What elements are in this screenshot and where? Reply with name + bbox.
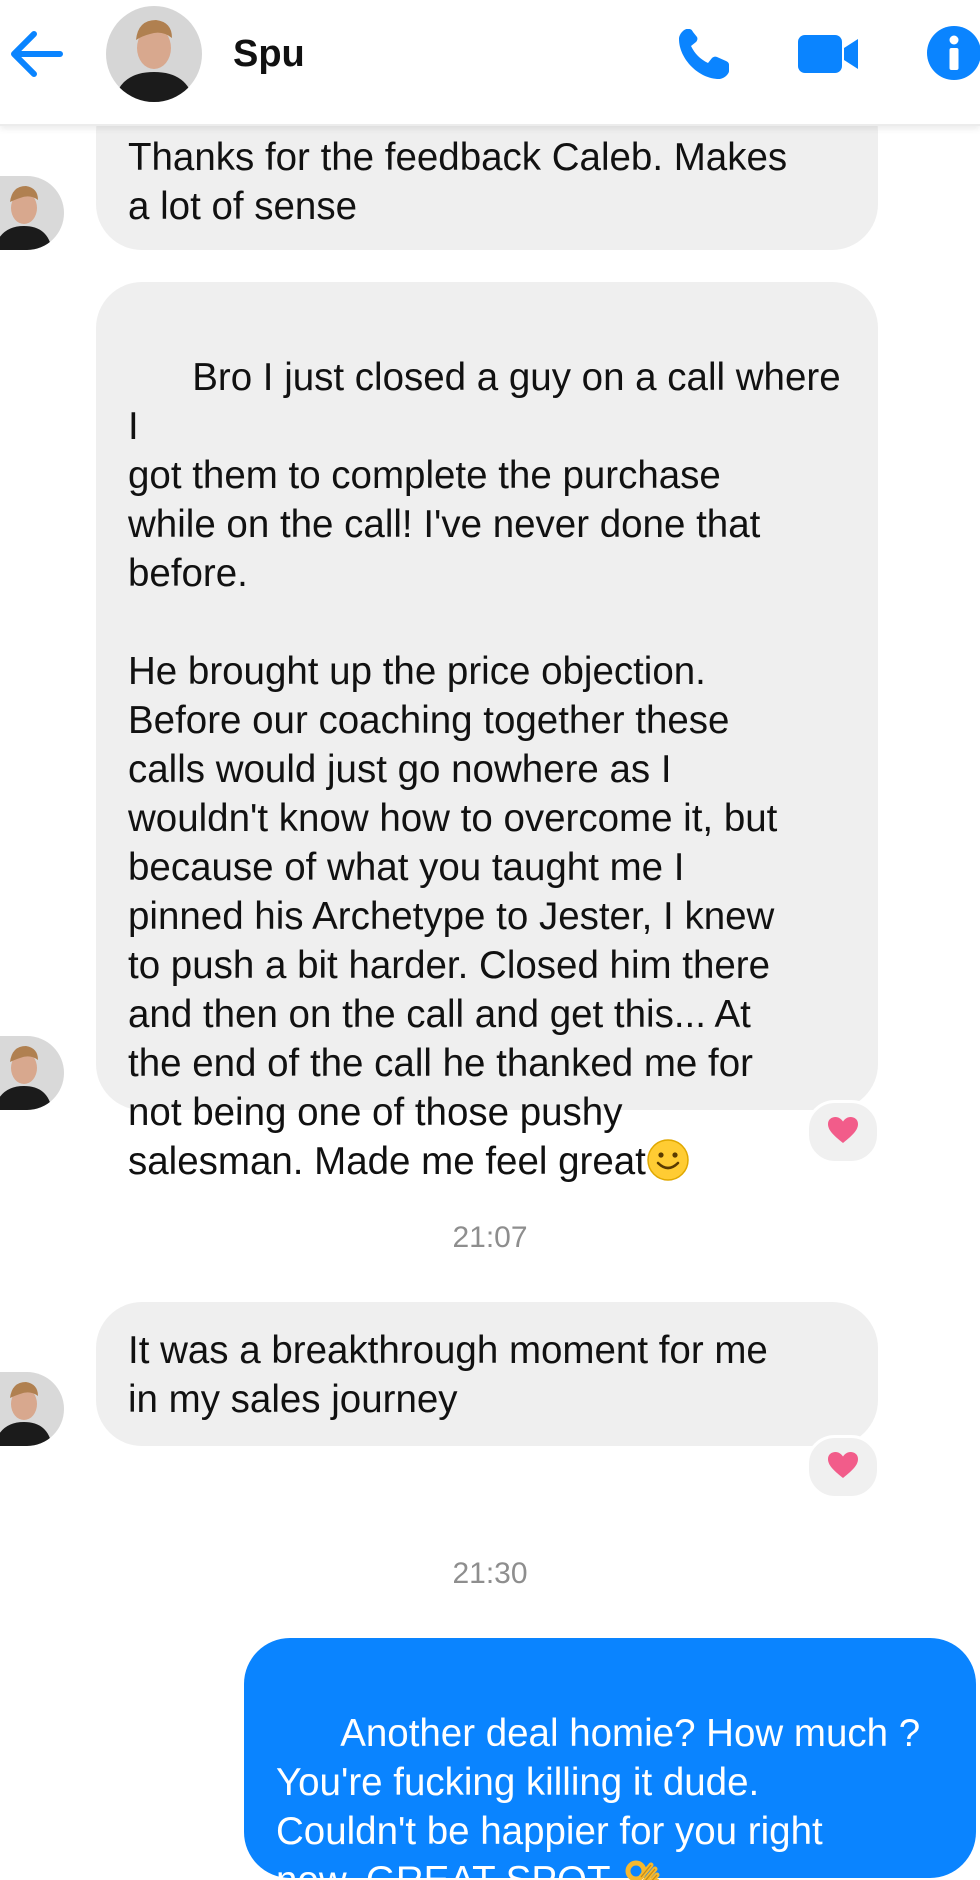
- message-thread[interactable]: Thanks for the feedback Caleb. Makes a l…: [0, 0, 980, 1880]
- contact-avatar[interactable]: [106, 6, 202, 102]
- back-arrow-icon: [8, 30, 64, 83]
- timestamp: 21:07: [452, 1221, 528, 1254]
- messenger-chat-screen: Thanks for the feedback Caleb. Makes a l…: [0, 0, 980, 1880]
- video-camera-icon: [796, 31, 862, 82]
- message-text: Bro I just closed a guy on a call where …: [128, 356, 841, 1183]
- chat-header: Spu: [0, 0, 980, 126]
- message-bubble-outgoing[interactable]: Another deal homie? How much ? You're fu…: [244, 1638, 976, 1880]
- video-call-button[interactable]: [792, 24, 866, 88]
- ok-hand-emoji: [621, 1857, 665, 1880]
- message-bubble-incoming[interactable]: Bro I just closed a guy on a call where …: [96, 282, 878, 1183]
- heart-reaction[interactable]: [806, 1435, 880, 1499]
- sender-avatar[interactable]: [0, 1372, 64, 1446]
- contact-name[interactable]: Spu: [233, 32, 305, 76]
- heart-icon: [827, 1116, 859, 1149]
- message-text: Another deal homie? How much ? You're fu…: [276, 1712, 921, 1880]
- phone-icon: [675, 25, 733, 88]
- message-bubble-incoming[interactable]: It was a breakthrough moment for me in m…: [96, 1302, 878, 1446]
- sender-avatar[interactable]: [0, 176, 64, 250]
- back-button[interactable]: [2, 22, 70, 90]
- info-icon: [926, 25, 980, 86]
- heart-icon: [827, 1451, 859, 1484]
- info-button[interactable]: [924, 22, 980, 88]
- timestamp: 21:30: [452, 1557, 528, 1590]
- sender-avatar[interactable]: [0, 1036, 64, 1110]
- heart-reaction[interactable]: [806, 1100, 880, 1164]
- smiling-face-emoji: [646, 1138, 690, 1182]
- voice-call-button[interactable]: [668, 20, 740, 92]
